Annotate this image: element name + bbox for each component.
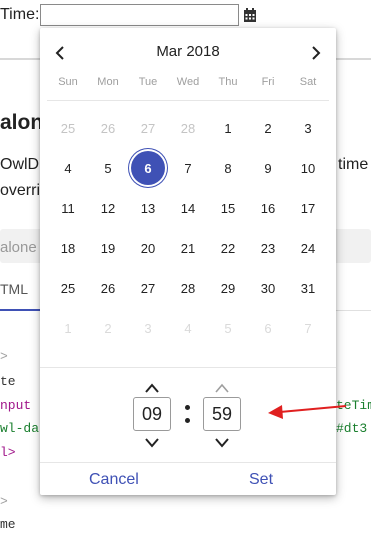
calendar-day[interactable]: 6 — [248, 308, 288, 348]
code-line: > — [0, 494, 8, 509]
code-line-right: #dt3 — [336, 421, 368, 436]
weekday-label: Sat — [299, 76, 317, 88]
calendar-day[interactable]: 3 — [128, 308, 168, 348]
chevron-down-icon — [215, 438, 229, 448]
calendar-day[interactable]: 7 — [288, 308, 328, 348]
selected-day-marker: 6 — [131, 151, 165, 185]
annotation-arrow-icon — [268, 405, 347, 419]
tab-html[interactable]: TML — [0, 281, 28, 297]
datetime-input[interactable] — [40, 4, 239, 26]
calendar-day[interactable]: 1 — [48, 308, 88, 348]
code-line: wl-da — [0, 421, 40, 436]
calendar-day[interactable]: 25 — [48, 108, 88, 148]
calendar-day[interactable]: 31 — [288, 268, 328, 308]
code-line: te — [0, 374, 16, 389]
code-line: > — [0, 349, 8, 364]
footer-divider — [40, 462, 336, 463]
calendar-day[interactable]: 9 — [248, 148, 288, 188]
hour-down-button[interactable] — [143, 436, 161, 450]
time-label: Time: — [0, 6, 40, 23]
weekday-header: Sun Mon Tue Wed Thu Fri Sat — [48, 76, 328, 88]
minute-up-button[interactable] — [213, 381, 231, 395]
calendar-day[interactable]: 29 — [208, 268, 248, 308]
code-line: nput — [0, 398, 32, 413]
calendar-header-divider — [47, 100, 329, 101]
calendar-day[interactable]: 11 — [48, 188, 88, 228]
weekday-label: Fri — [261, 76, 275, 88]
next-month-button[interactable] — [305, 42, 327, 64]
hour-up-button[interactable] — [143, 381, 161, 395]
calendar-day[interactable]: 5 — [208, 308, 248, 348]
cancel-button[interactable]: Cancel — [89, 471, 139, 489]
time-divider — [40, 367, 336, 368]
calendar-day[interactable]: 25 — [48, 268, 88, 308]
datetime-picker-popup: Mar 2018 Sun Mon Tue Wed Thu Fri Sat 25 2… — [40, 28, 347, 495]
tab-ink-bar — [0, 309, 40, 311]
calendar-icon[interactable] — [242, 7, 258, 23]
weekday-label: Sun — [58, 76, 78, 88]
calendar-day[interactable]: 19 — [88, 228, 128, 268]
calendar-day[interactable]: 21 — [168, 228, 208, 268]
weekday-label: Mon — [97, 76, 119, 88]
description-text-right: time — [338, 156, 369, 173]
calendar-day[interactable]: 14 — [168, 188, 208, 228]
time-separator — [182, 400, 194, 428]
calendar-day[interactable]: 1 — [208, 108, 248, 148]
description-text: OwlD — [0, 156, 40, 173]
code-line: me — [0, 517, 16, 532]
chevron-up-icon — [145, 383, 159, 393]
calendar-day[interactable]: 27 — [128, 108, 168, 148]
calendar-day[interactable]: 8 — [208, 148, 248, 188]
calendar-day[interactable]: 18 — [48, 228, 88, 268]
month-year-label[interactable]: Mar 2018 — [40, 43, 336, 60]
hour-input[interactable]: 09 — [133, 397, 171, 431]
calendar-day[interactable]: 22 — [208, 228, 248, 268]
calendar-day[interactable]: 26 — [88, 108, 128, 148]
weekday-label: Tue — [138, 76, 158, 88]
calendar-day[interactable]: 10 — [288, 148, 328, 188]
set-button[interactable]: Set — [249, 471, 273, 489]
calendar-day[interactable]: 28 — [168, 108, 208, 148]
code-line: l> — [0, 445, 16, 460]
calendar-day[interactable]: 2 — [248, 108, 288, 148]
calendar-day[interactable]: 30 — [248, 268, 288, 308]
weekday-label: Wed — [176, 76, 200, 88]
calendar-day[interactable]: 4 — [168, 308, 208, 348]
calendar-day[interactable]: 4 — [48, 148, 88, 188]
calendar-day[interactable]: 23 — [248, 228, 288, 268]
calendar-day[interactable]: 26 — [88, 268, 128, 308]
minute-down-button[interactable] — [213, 436, 231, 450]
calendar-day[interactable]: 12 — [88, 188, 128, 228]
calendar-day-grid: 25 26 27 28 1 2 3 4 5 6 7 8 9 10 11 12 13 14 15 16 17 18 19 20 2… — [48, 108, 328, 348]
calendar-day[interactable]: 15 — [208, 188, 248, 228]
calendar-day[interactable]: 20 — [128, 228, 168, 268]
chevron-down-icon — [145, 438, 159, 448]
calendar-day[interactable]: 7 — [168, 148, 208, 188]
calendar-day[interactable]: 5 — [88, 148, 128, 188]
chevron-up-icon — [215, 383, 229, 393]
calendar-day[interactable]: 27 — [128, 268, 168, 308]
calendar-day[interactable]: 17 — [288, 188, 328, 228]
chevron-right-icon — [312, 46, 321, 60]
description-text-2: overri — [0, 182, 41, 199]
weekday-label: Thu — [218, 76, 238, 88]
calendar-day[interactable]: 24 — [288, 228, 328, 268]
calendar-day[interactable]: 13 — [128, 188, 168, 228]
calendar-day[interactable]: 28 — [168, 268, 208, 308]
search-placeholder: alone — [0, 239, 37, 256]
calendar-day[interactable]: 3 — [288, 108, 328, 148]
calendar-day[interactable]: 2 — [88, 308, 128, 348]
section-heading: alon — [0, 111, 44, 134]
calendar-day[interactable]: 16 — [248, 188, 288, 228]
minute-input[interactable]: 59 — [203, 397, 241, 431]
calendar-day-selected[interactable]: 6 — [128, 148, 168, 188]
